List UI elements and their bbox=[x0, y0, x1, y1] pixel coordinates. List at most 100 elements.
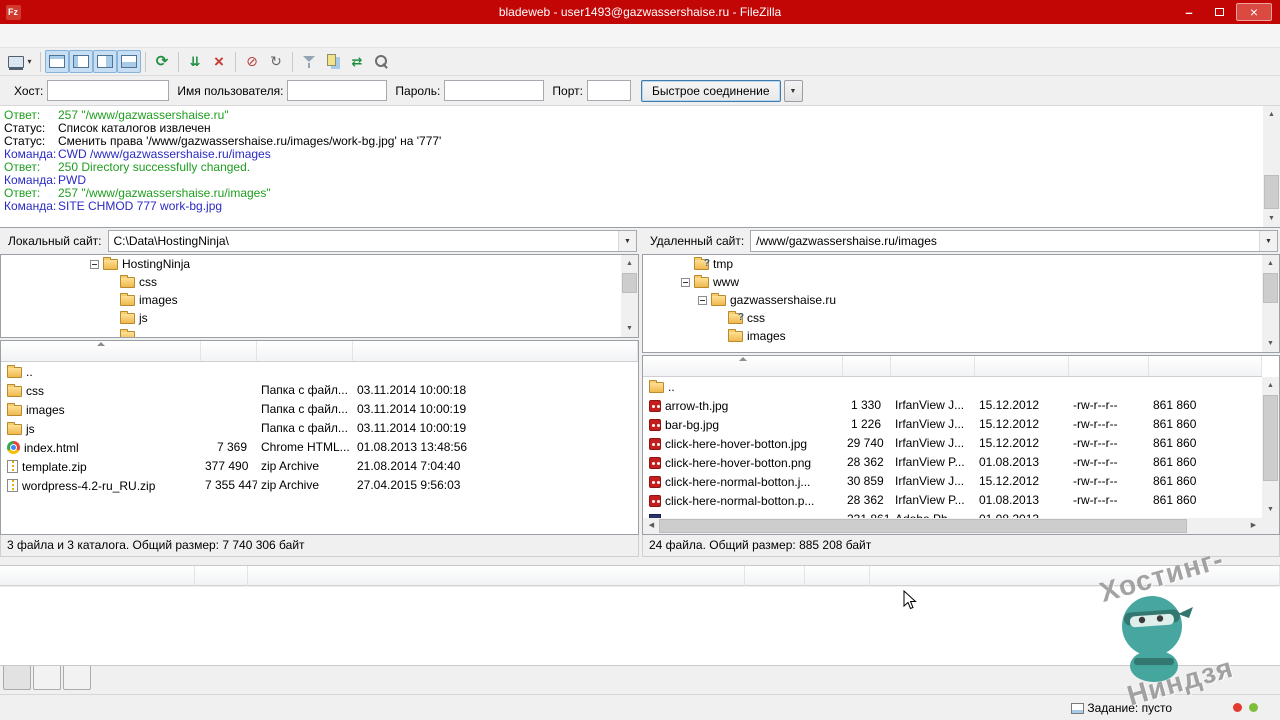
tree-expander-icon[interactable] bbox=[698, 295, 707, 305]
quickconnect-button[interactable]: Быстрое соединение bbox=[640, 79, 781, 102]
host-input[interactable] bbox=[47, 80, 170, 101]
column-header[interactable] bbox=[1149, 356, 1262, 376]
cancel-icon[interactable] bbox=[207, 50, 231, 73]
toggle-local-tree-icon[interactable] bbox=[69, 50, 93, 73]
scrollbar-thumb[interactable] bbox=[1264, 175, 1279, 209]
remote-list-vscrollbar[interactable] bbox=[1262, 377, 1279, 518]
column-header[interactable] bbox=[805, 566, 870, 586]
disconnect-icon[interactable] bbox=[240, 50, 264, 73]
reconnect-icon[interactable] bbox=[264, 50, 288, 73]
column-header[interactable] bbox=[353, 341, 638, 361]
file-row[interactable]: js Папка с файл... 03.11.2014 10:00:19 bbox=[1, 419, 638, 438]
tree-item[interactable]: HostingNinja bbox=[1, 255, 638, 273]
file-row[interactable]: css Папка с файл... 03.11.2014 10:00:18 bbox=[1, 381, 638, 400]
file-row[interactable]: template.zip 377 490 zip Archive 21.08.2014… bbox=[1, 457, 638, 476]
tree-item[interactable] bbox=[1, 327, 638, 337]
scrollbar-thumb[interactable] bbox=[1263, 395, 1278, 481]
tree-item[interactable]: images bbox=[643, 327, 1279, 345]
tree-item[interactable]: images bbox=[1, 291, 638, 309]
scroll-down-icon[interactable] bbox=[621, 320, 638, 337]
port-input[interactable] bbox=[586, 80, 631, 101]
site-manager-icon[interactable] bbox=[4, 50, 36, 73]
local-tree-scrollbar[interactable] bbox=[621, 255, 638, 337]
find-icon[interactable] bbox=[369, 50, 393, 73]
close-button[interactable] bbox=[1236, 3, 1272, 21]
scroll-down-icon[interactable] bbox=[1263, 210, 1280, 227]
remote-list-hscrollbar[interactable] bbox=[643, 518, 1262, 534]
tree-expander-icon[interactable] bbox=[90, 259, 99, 269]
minimize-button[interactable] bbox=[1174, 1, 1204, 23]
combo-dropdown-icon[interactable] bbox=[1259, 231, 1277, 251]
column-header[interactable] bbox=[643, 356, 843, 376]
password-input[interactable] bbox=[444, 80, 545, 101]
log-scrollbar[interactable] bbox=[1263, 106, 1280, 227]
queue-tab[interactable] bbox=[3, 666, 31, 690]
column-header[interactable] bbox=[1069, 356, 1149, 376]
queue-tab[interactable] bbox=[33, 666, 61, 690]
scroll-left-icon[interactable] bbox=[643, 518, 660, 534]
column-header[interactable] bbox=[0, 566, 195, 586]
toggle-remote-tree-icon[interactable] bbox=[93, 50, 117, 73]
menu-item[interactable] bbox=[82, 33, 98, 39]
column-header[interactable] bbox=[891, 356, 975, 376]
menu-item[interactable] bbox=[2, 33, 18, 39]
tree-item[interactable]: css bbox=[1, 273, 638, 291]
menu-item[interactable] bbox=[34, 33, 50, 39]
menu-item[interactable] bbox=[50, 33, 66, 39]
scroll-up-icon[interactable] bbox=[621, 255, 638, 272]
process-queue-icon[interactable] bbox=[183, 50, 207, 73]
maximize-button[interactable] bbox=[1204, 1, 1234, 23]
file-row[interactable]: click-here-normal-botton.j... 30 859 Irfan… bbox=[643, 472, 1262, 491]
refresh-icon[interactable] bbox=[150, 50, 174, 73]
tree-item[interactable]: js bbox=[1, 309, 638, 327]
file-row[interactable]: .. bbox=[643, 377, 1262, 396]
column-header[interactable] bbox=[195, 566, 248, 586]
combo-dropdown-icon[interactable] bbox=[618, 231, 636, 251]
column-header[interactable] bbox=[843, 356, 891, 376]
queue-tab[interactable] bbox=[63, 666, 91, 690]
column-header[interactable] bbox=[1, 341, 201, 361]
tree-item[interactable]: css bbox=[643, 309, 1279, 327]
scroll-down-icon[interactable] bbox=[1262, 501, 1279, 518]
quickconnect-dropdown-button[interactable] bbox=[783, 79, 803, 102]
tree-item[interactable]: gazwassershaise.ru bbox=[643, 291, 1279, 309]
menu-item[interactable] bbox=[18, 33, 34, 39]
scroll-down-icon[interactable] bbox=[1262, 335, 1279, 352]
username-input[interactable] bbox=[287, 80, 388, 101]
remote-tree-scrollbar[interactable] bbox=[1262, 255, 1279, 352]
column-header[interactable] bbox=[745, 566, 805, 586]
file-row[interactable]: images Папка с файл... 03.11.2014 10:00:19 bbox=[1, 400, 638, 419]
column-header[interactable] bbox=[975, 356, 1069, 376]
tree-item[interactable]: www bbox=[643, 273, 1279, 291]
scrollbar-thumb[interactable] bbox=[1263, 273, 1278, 303]
filter-icon[interactable] bbox=[297, 50, 321, 73]
column-header[interactable] bbox=[870, 566, 1280, 586]
tree-item[interactable]: tmp bbox=[643, 255, 1279, 273]
scroll-up-icon[interactable] bbox=[1263, 106, 1280, 123]
scrollbar-thumb[interactable] bbox=[622, 273, 637, 293]
scroll-up-icon[interactable] bbox=[1262, 255, 1279, 272]
column-header[interactable] bbox=[257, 341, 353, 361]
sync-browsing-icon[interactable] bbox=[345, 50, 369, 73]
tree-expander-icon[interactable] bbox=[681, 277, 690, 287]
file-row[interactable]: bar-bg.jpg 1 226 IrfanView J... 15.12.2012 -… bbox=[643, 415, 1262, 434]
column-header[interactable] bbox=[201, 341, 257, 361]
file-row[interactable]: click-here-hover-botton.png 28 362 IrfanVi… bbox=[643, 453, 1262, 472]
menu-item[interactable] bbox=[66, 33, 82, 39]
menu-item[interactable] bbox=[98, 33, 114, 39]
scroll-up-icon[interactable] bbox=[1262, 377, 1279, 394]
file-row[interactable]: index.html 7 369 Chrome HTML... 01.08.2013 … bbox=[1, 438, 638, 457]
local-site-combobox[interactable]: C:\Data\HostingNinja\ bbox=[107, 230, 637, 252]
column-header[interactable] bbox=[248, 566, 745, 586]
remote-site-combobox[interactable]: /www/gazwassershaise.ru/images bbox=[750, 230, 1278, 252]
file-row[interactable]: arrow-th.jpg 1 330 IrfanView J... 15.12.201… bbox=[643, 396, 1262, 415]
file-row[interactable]: wordpress-4.2-ru_RU.zip 7 355 447 zip Arch… bbox=[1, 476, 638, 495]
toggle-message-log-icon[interactable] bbox=[45, 50, 69, 73]
compare-icon[interactable] bbox=[321, 50, 345, 73]
file-row[interactable]: click-here-hover-botton.jpg 29 740 IrfanVi… bbox=[643, 434, 1262, 453]
toggle-queue-icon[interactable] bbox=[117, 50, 141, 73]
scrollbar-thumb[interactable] bbox=[659, 519, 1187, 533]
scroll-right-icon[interactable] bbox=[1245, 518, 1262, 534]
file-row[interactable]: .. bbox=[1, 362, 638, 381]
file-row[interactable]: click-here-normal-botton.p... 28 362 Irfan… bbox=[643, 491, 1262, 510]
